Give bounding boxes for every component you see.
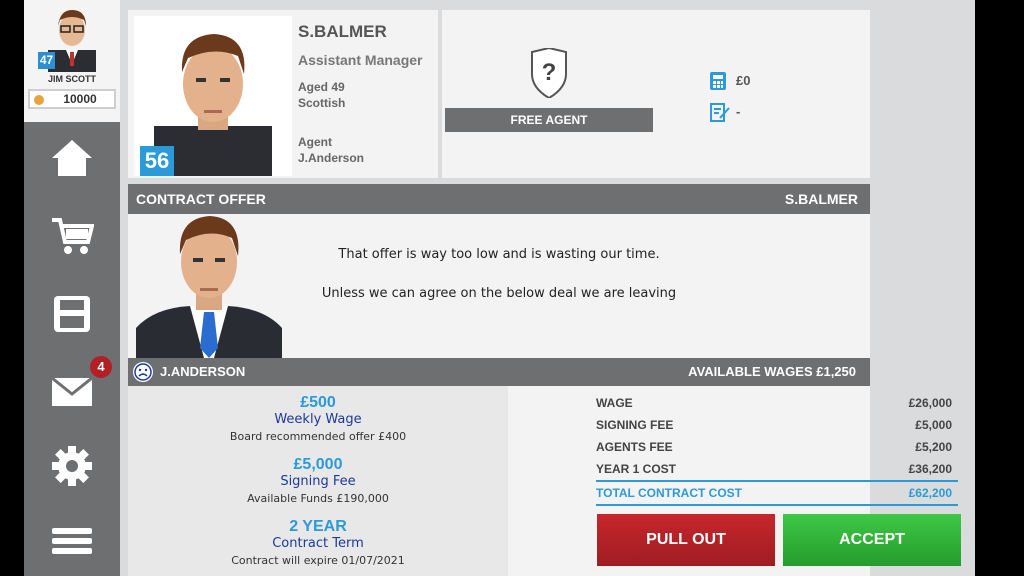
nav-save[interactable]	[24, 282, 120, 342]
total-value: £62,200	[908, 486, 952, 500]
agent-message-2: Unless we can agree on the below deal we…	[321, 286, 677, 301]
contract-player-name: S.BALMER	[784, 191, 858, 207]
signing-fee-label: Signing Fee	[280, 474, 356, 489]
nav-settings[interactable]	[24, 434, 120, 494]
save-icon	[54, 296, 90, 332]
nav-inbox[interactable]: 4	[24, 356, 120, 420]
available-wages: AVAILABLE WAGES £1,250	[688, 364, 856, 379]
player-rating: 56	[140, 146, 174, 176]
cost-value: £26,000	[908, 396, 952, 410]
cost-value: £36,200	[908, 462, 952, 476]
app-window: 47 JIM SCOTT 10000 4 56 S.BALMER Assista…	[24, 0, 975, 576]
cost-row-wage: WAGE £26,000	[596, 392, 958, 414]
total-contract-cost: TOTAL CONTRACT COST £62,200	[596, 480, 958, 506]
cost-label: AGENTS FEE	[596, 440, 673, 454]
wage-offer-label: Weekly Wage	[274, 412, 362, 427]
unhappy-face-icon	[133, 362, 153, 382]
player-card: 56 S.BALMER Assistant Manager Aged 49 Sc…	[128, 10, 438, 178]
cost-row-signing-fee: SIGNING FEE £5,000	[596, 414, 958, 436]
unknown-club-shield-icon: ?	[531, 48, 567, 98]
contract-value: -	[736, 104, 741, 119]
player-name: S.BALMER	[298, 22, 387, 41]
nav-menu[interactable]	[24, 510, 120, 570]
contract-term-value[interactable]: 2 YEAR	[128, 518, 508, 536]
cost-label: SIGNING FEE	[596, 418, 674, 432]
agent-name: J.Anderson	[298, 151, 365, 165]
mail-icon	[51, 376, 93, 406]
free-agent-label: FREE AGENT	[445, 108, 653, 132]
cost-row-agents-fee: AGENTS FEE £5,200	[596, 436, 958, 458]
player-age: Aged 49	[298, 80, 345, 94]
cart-icon	[52, 218, 94, 254]
calculator-icon	[710, 72, 726, 90]
player-role: Assistant Manager	[298, 52, 423, 68]
coin-value: 10000	[63, 92, 97, 106]
wage-offer-note: Board recommended offer £400	[229, 430, 407, 443]
signing-fee-value[interactable]: £5,000	[128, 456, 508, 474]
agent-portrait	[136, 216, 282, 358]
wage-value: £0	[736, 73, 751, 88]
home-icon	[52, 140, 92, 176]
player-photo: 56	[134, 16, 292, 176]
svg-text:?: ?	[542, 59, 557, 86]
sidebar: 47 JIM SCOTT 10000 4	[24, 0, 120, 576]
nav-shop[interactable]	[24, 204, 120, 264]
right-letterbox	[975, 0, 1024, 576]
list-menu-icon	[52, 528, 92, 554]
mail-badge: 4	[90, 356, 112, 378]
agent-bar: J.ANDERSON AVAILABLE WAGES £1,250	[128, 358, 870, 386]
total-label: TOTAL CONTRACT COST	[596, 486, 742, 500]
cost-value: £5,200	[915, 440, 952, 454]
contract-term-note: Contract will expire 01/07/2021	[231, 554, 405, 567]
manager-profile[interactable]: 47 JIM SCOTT 10000	[24, 0, 120, 122]
player-nationality: Scottish	[298, 96, 346, 110]
contract-offer-panel: CONTRACT OFFER S.BALMER That offer is wa…	[128, 184, 961, 576]
manager-name: JIM SCOTT	[47, 74, 96, 84]
coin-balance[interactable]: 10000	[28, 89, 116, 109]
agent-label: Agent	[298, 135, 332, 149]
nav-home[interactable]	[24, 128, 120, 188]
cost-label: YEAR 1 COST	[596, 462, 677, 476]
signing-fee-note: Available Funds £190,000	[247, 492, 389, 505]
cost-row-year1: YEAR 1 COST £36,200	[596, 458, 958, 480]
coin-icon	[34, 95, 44, 105]
agent-message-1: That offer is way too low and is wasting…	[338, 247, 660, 262]
cost-value: £5,000	[915, 418, 952, 432]
wage-offer-value[interactable]: £500	[128, 394, 508, 412]
accept-button[interactable]: ACCEPT	[783, 514, 961, 566]
contract-title: CONTRACT OFFER	[136, 191, 266, 207]
offer-settings: £500 Weekly Wage Board recommended offer…	[128, 386, 508, 576]
manager-level: 47	[38, 52, 55, 69]
agent-bar-name: J.ANDERSON	[160, 364, 246, 379]
contract-term-label: Contract Term	[272, 536, 364, 551]
pull-out-button[interactable]: PULL OUT	[597, 514, 775, 566]
cost-label: WAGE	[596, 396, 633, 410]
contract-sign-icon	[710, 103, 730, 122]
club-status-card: ? FREE AGENT £0 -	[442, 10, 870, 178]
left-letterbox	[0, 0, 24, 576]
gear-icon	[52, 446, 92, 486]
